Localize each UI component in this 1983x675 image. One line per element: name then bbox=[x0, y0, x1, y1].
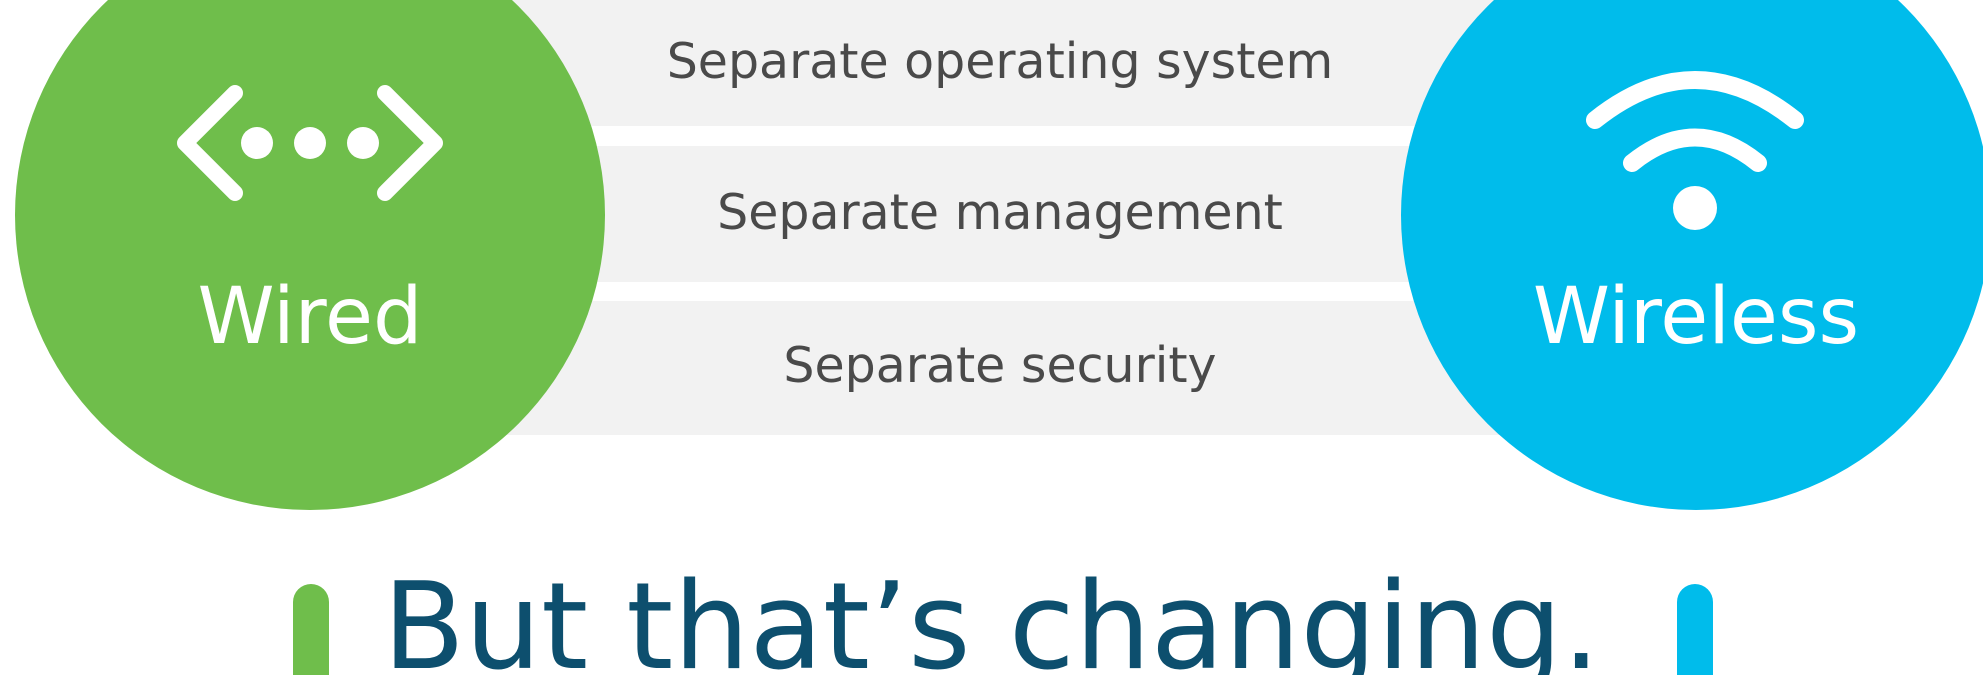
wired-label: Wired bbox=[197, 272, 423, 362]
band-label-operating-system: Separate operating system bbox=[666, 33, 1334, 90]
wifi-icon bbox=[1586, 71, 1804, 230]
wireless-label: Wireless bbox=[1532, 272, 1860, 362]
network-dots-icon bbox=[177, 85, 443, 201]
headline: But that’s changing. bbox=[382, 558, 1601, 675]
diagram-canvas: Separate operating system Separate manag… bbox=[0, 0, 1983, 675]
band-label-security: Separate security bbox=[783, 337, 1217, 394]
band-label-management: Separate management bbox=[717, 184, 1283, 241]
